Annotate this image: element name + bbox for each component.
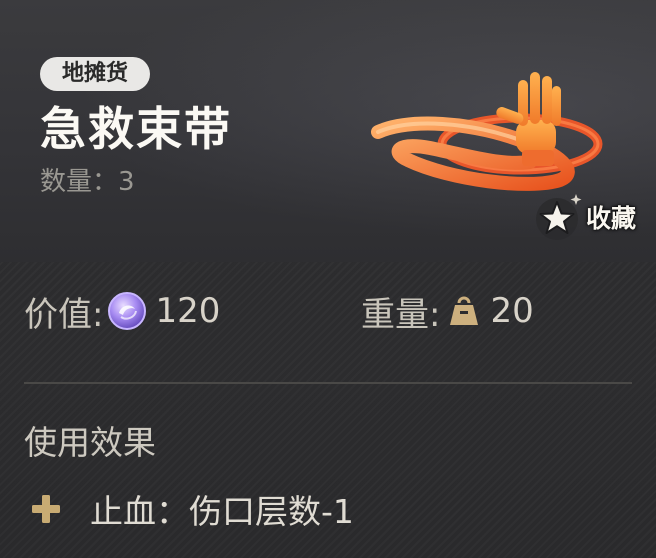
weight-label: 重量: [361,294,441,335]
quantity-label: 数量： [40,167,119,197]
item-name: 急救束带 [40,102,232,156]
plus-icon [32,495,60,523]
item-header: 地摊货 急救束带 数量：3 收藏 [0,0,656,262]
favorite-label: 收藏 [586,204,637,233]
weight-stat: 重量: 20 [361,286,534,336]
effect-item: 止血：伤口层数-1 [28,486,354,532]
category-badge: 地摊货 [40,57,151,91]
value-amount: 120 [155,291,221,331]
tourniquet-hand-icon [371,72,603,191]
value-stat: 价值: 120 [24,286,220,336]
currency-coin-icon [108,292,147,330]
value-label: 价值: [24,294,104,335]
quantity-value: 3 [118,167,135,197]
effects-title: 使用效果 [24,423,156,462]
quantity-row: 数量：3 [40,164,135,200]
star-icon [530,190,584,244]
weight-amount: 20 [490,291,534,331]
effect-text: 止血：伤口层数-1 [90,492,354,531]
item-detail-panel: 地摊货 急救束带 数量：3 收藏 价值: 120 重量: 20 使用效果 止血：… [0,0,656,558]
weight-icon [450,296,479,325]
divider [24,382,632,384]
favorite-button[interactable]: 收藏 [530,188,656,246]
